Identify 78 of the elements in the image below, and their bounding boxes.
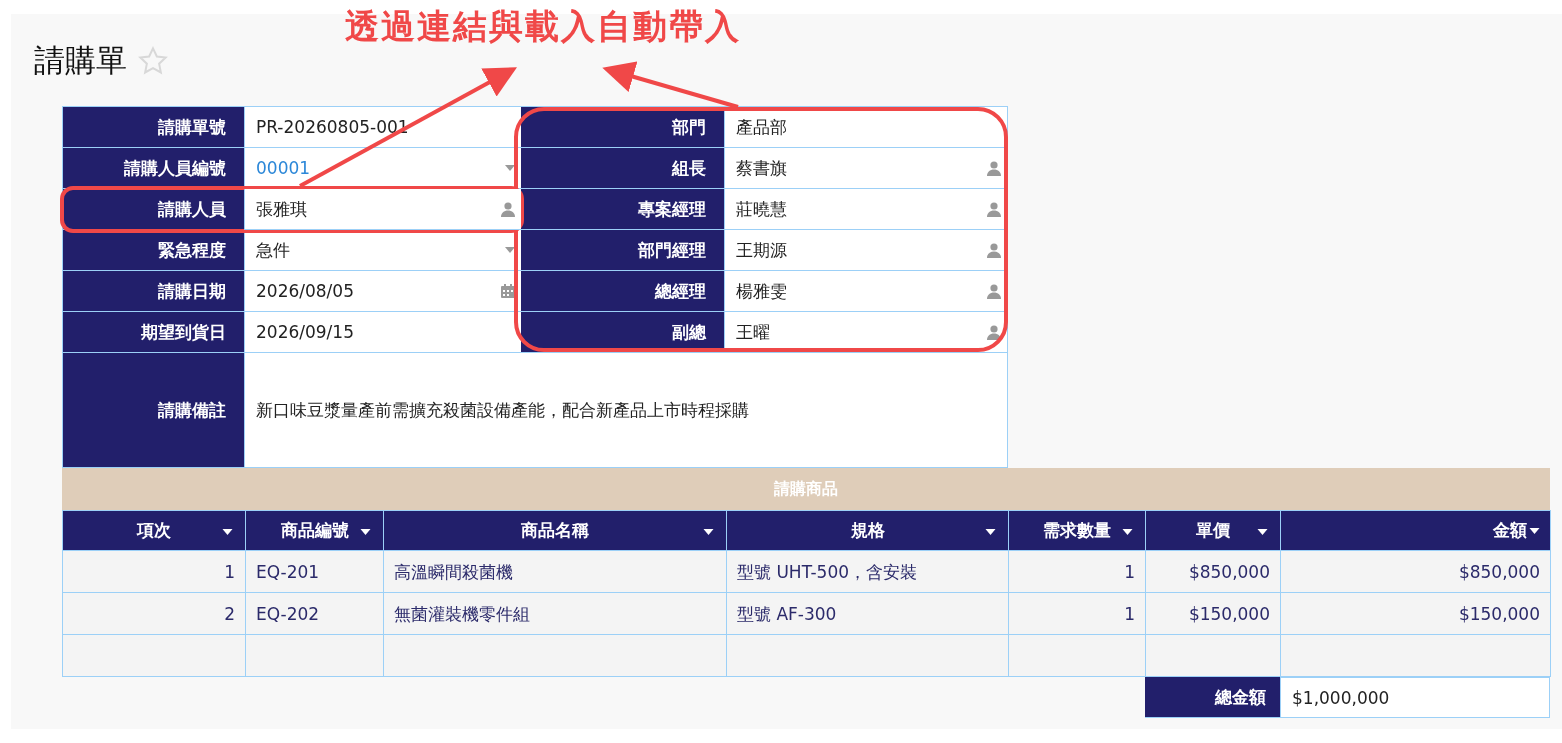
form-field[interactable]: 王曜 xyxy=(724,312,1007,353)
table-cell: 無菌灌裝機零件組 xyxy=(384,593,727,635)
form-field[interactable]: 楊雅雯 xyxy=(724,271,1007,312)
table-cell: $150,000 xyxy=(1281,593,1551,635)
field-value: 急件 xyxy=(256,238,290,262)
field-label: 專案經理 xyxy=(521,189,724,230)
field-value: 莊曉慧 xyxy=(736,197,787,221)
field-value: 王期源 xyxy=(736,238,787,262)
field-value: PR-20260805-001 xyxy=(256,117,409,137)
table-cell: $150,000 xyxy=(1146,593,1281,635)
caret-icon[interactable] xyxy=(222,529,233,535)
field-label: 請購人員 xyxy=(63,189,244,230)
caret-icon[interactable] xyxy=(703,529,714,535)
form-field[interactable]: 蔡書旗 xyxy=(724,148,1007,189)
caret-icon[interactable] xyxy=(985,529,996,535)
total-value: $1,000,000 xyxy=(1280,677,1550,718)
column-header[interactable]: 需求數量 xyxy=(1009,510,1146,551)
column-header[interactable]: 商品名稱 xyxy=(384,510,727,551)
remarks-field[interactable]: 新口味豆漿量產前需擴充殺菌設備產能，配合新產品上市時程採購 xyxy=(244,353,1007,467)
table-cell: EQ-202 xyxy=(246,593,384,635)
section-title: 請購商品 xyxy=(774,478,838,500)
form-field[interactable]: 王期源 xyxy=(724,230,1007,271)
person-icon[interactable] xyxy=(987,283,1001,299)
annotation-text: 透過連結與載入自動帶入 xyxy=(345,5,741,48)
field-link[interactable]: 00001 xyxy=(256,158,311,178)
field-label: 部門經理 xyxy=(521,230,724,271)
field-value: 2026/08/05 xyxy=(256,281,354,301)
field-label: 緊急程度 xyxy=(63,230,244,271)
field-label: 請購人員編號 xyxy=(63,148,244,189)
person-icon[interactable] xyxy=(987,324,1001,340)
table-cell: 型號 UHT-500，含安裝 xyxy=(727,551,1009,593)
form-field[interactable]: 2026/09/15 xyxy=(244,312,521,353)
person-icon[interactable] xyxy=(987,242,1001,258)
field-value: 2026/09/15 xyxy=(256,322,354,342)
person-icon[interactable] xyxy=(987,160,1001,176)
caret-icon[interactable] xyxy=(360,529,371,535)
form-field[interactable]: 張雅琪 xyxy=(244,189,521,230)
field-label: 請購日期 xyxy=(63,271,244,312)
field-value: 王曜 xyxy=(736,320,770,344)
form-field[interactable]: PR-20260805-001 xyxy=(244,107,521,148)
field-value: 蔡書旗 xyxy=(736,156,787,180)
caret-icon[interactable] xyxy=(1257,529,1268,535)
table-cell: $850,000 xyxy=(1146,551,1281,593)
field-label: 總經理 xyxy=(521,271,724,312)
table-cell: 1 xyxy=(1009,551,1146,593)
column-header[interactable]: 項次 xyxy=(63,510,246,551)
table-cell: 2 xyxy=(63,593,246,635)
caret-icon[interactable] xyxy=(1122,529,1133,535)
column-header[interactable]: 商品編號 xyxy=(246,510,384,551)
person-icon[interactable] xyxy=(501,201,515,217)
column-header[interactable]: 規格 xyxy=(727,510,1009,551)
person-icon[interactable] xyxy=(987,201,1001,217)
form-field[interactable]: 產品部 xyxy=(724,107,1007,148)
total-label: 總金額 xyxy=(1145,677,1280,718)
star-icon[interactable] xyxy=(137,45,169,77)
field-value: 楊雅雯 xyxy=(736,279,787,303)
field-label: 期望到貨日 xyxy=(63,312,244,353)
table-cell: $850,000 xyxy=(1281,551,1551,593)
field-label: 組長 xyxy=(521,148,724,189)
field-value: 新口味豆漿量產前需擴充殺菌設備產能，配合新產品上市時程採購 xyxy=(256,398,749,422)
field-value: 張雅琪 xyxy=(256,197,307,221)
field-value: 產品部 xyxy=(736,115,787,139)
column-header[interactable]: 金額 xyxy=(1281,510,1551,551)
table-cell: EQ-201 xyxy=(246,551,384,593)
form-field[interactable]: 莊曉慧 xyxy=(724,189,1007,230)
table-cell: 1 xyxy=(63,551,246,593)
field-label: 請購單號 xyxy=(63,107,244,148)
table-cell: 型號 AF-300 xyxy=(727,593,1009,635)
table-cell: 1 xyxy=(1009,593,1146,635)
table-cell: 高溫瞬間殺菌機 xyxy=(384,551,727,593)
caret-icon[interactable] xyxy=(1529,527,1540,534)
field-label: 副總 xyxy=(521,312,724,353)
field-label: 請購備註 xyxy=(63,353,244,467)
page-title: 請購單 xyxy=(34,41,127,80)
form-field[interactable]: 2026/08/05 xyxy=(244,271,521,312)
field-label: 部門 xyxy=(521,107,724,148)
calendar-icon[interactable] xyxy=(501,284,515,298)
column-header[interactable]: 單價 xyxy=(1146,510,1281,551)
